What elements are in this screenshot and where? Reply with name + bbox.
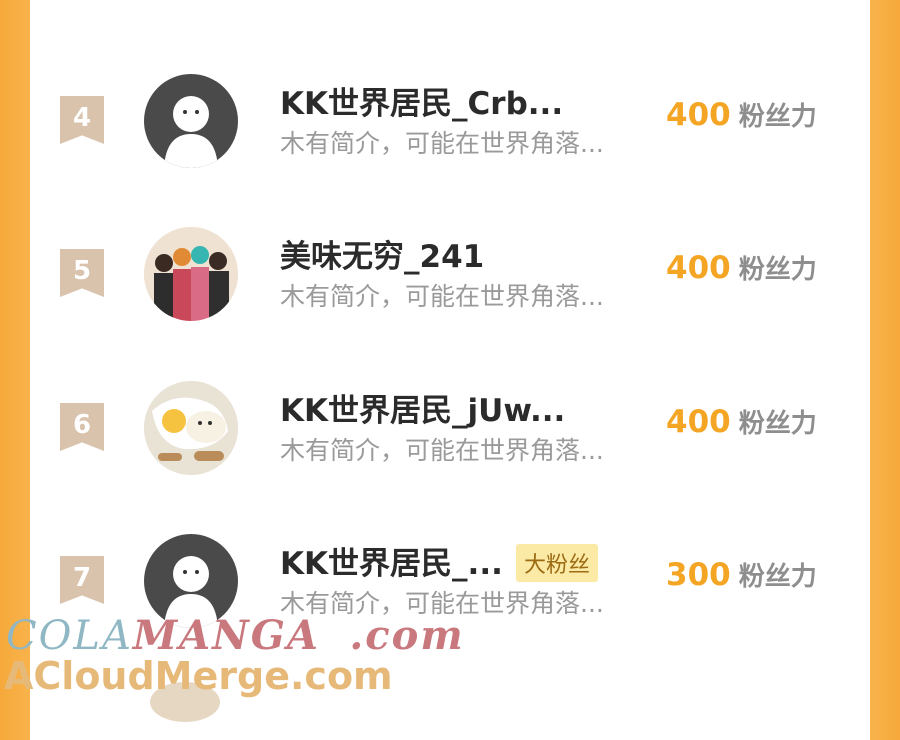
rank-badge: 5 xyxy=(60,249,104,297)
rank-badge: 4 xyxy=(60,96,104,144)
rank-badge: 6 xyxy=(60,403,104,451)
user-name[interactable]: KK世界居民_... xyxy=(280,538,503,583)
fan-power-unit: 粉丝力 xyxy=(738,255,817,285)
fan-power-unit: 粉丝力 xyxy=(738,102,817,132)
fan-power-value: 400 xyxy=(666,250,731,286)
watermark-part: COLA xyxy=(6,613,133,659)
rank-badge: 7 xyxy=(60,556,104,604)
avatar[interactable] xyxy=(144,381,238,475)
user-bio: 木有简介，可能在世界角落... xyxy=(280,129,604,158)
watermark-part: .com xyxy=(349,612,465,659)
list-item[interactable]: 4 KK世界居民_Crb... 木有简介，可能在世界角落... 400 粉丝力 xyxy=(30,66,870,186)
watermark-acloudmerge: ACloudMerge.com xyxy=(4,654,393,698)
fan-power-value: 400 xyxy=(666,404,731,440)
user-name[interactable]: 美味无穷_241 xyxy=(280,231,484,276)
cat-egg-avatar-icon xyxy=(144,381,238,475)
fan-power: 300 粉丝力 xyxy=(666,556,817,593)
user-name[interactable]: KK世界居民_Crb... xyxy=(280,78,563,123)
fan-power: 400 粉丝力 xyxy=(666,249,817,286)
user-name[interactable]: KK世界居民_jUw... xyxy=(280,385,565,430)
list-item[interactable]: 6 KK世界居民_jUw... 木有简介，可能在世界角落... 400 粉丝力 xyxy=(30,373,870,493)
user-bio: 木有简介，可能在世界角落... xyxy=(280,436,604,465)
default-avatar-icon xyxy=(164,96,218,168)
fan-power-value: 300 xyxy=(666,557,731,593)
list-item[interactable]: 5 美味无穷_241 木有简介，可能在世界角落... 400 粉丝力 xyxy=(30,219,870,339)
watermark-part: MANGA xyxy=(132,612,320,659)
avatar[interactable] xyxy=(144,227,238,321)
fan-power-unit: 粉丝力 xyxy=(738,562,817,592)
watermark-colamanga: COLAMANGA .com xyxy=(6,612,465,659)
avatar[interactable] xyxy=(144,74,238,168)
user-bio: 木有简介，可能在世界角落... xyxy=(280,282,604,311)
fan-power: 400 粉丝力 xyxy=(666,403,817,440)
fan-power-unit: 粉丝力 xyxy=(738,409,817,439)
group-photo-avatar-icon xyxy=(144,227,238,321)
big-fan-badge: 大粉丝 xyxy=(516,544,599,582)
fan-power: 400 粉丝力 xyxy=(666,96,817,133)
fan-power-value: 400 xyxy=(666,97,731,133)
